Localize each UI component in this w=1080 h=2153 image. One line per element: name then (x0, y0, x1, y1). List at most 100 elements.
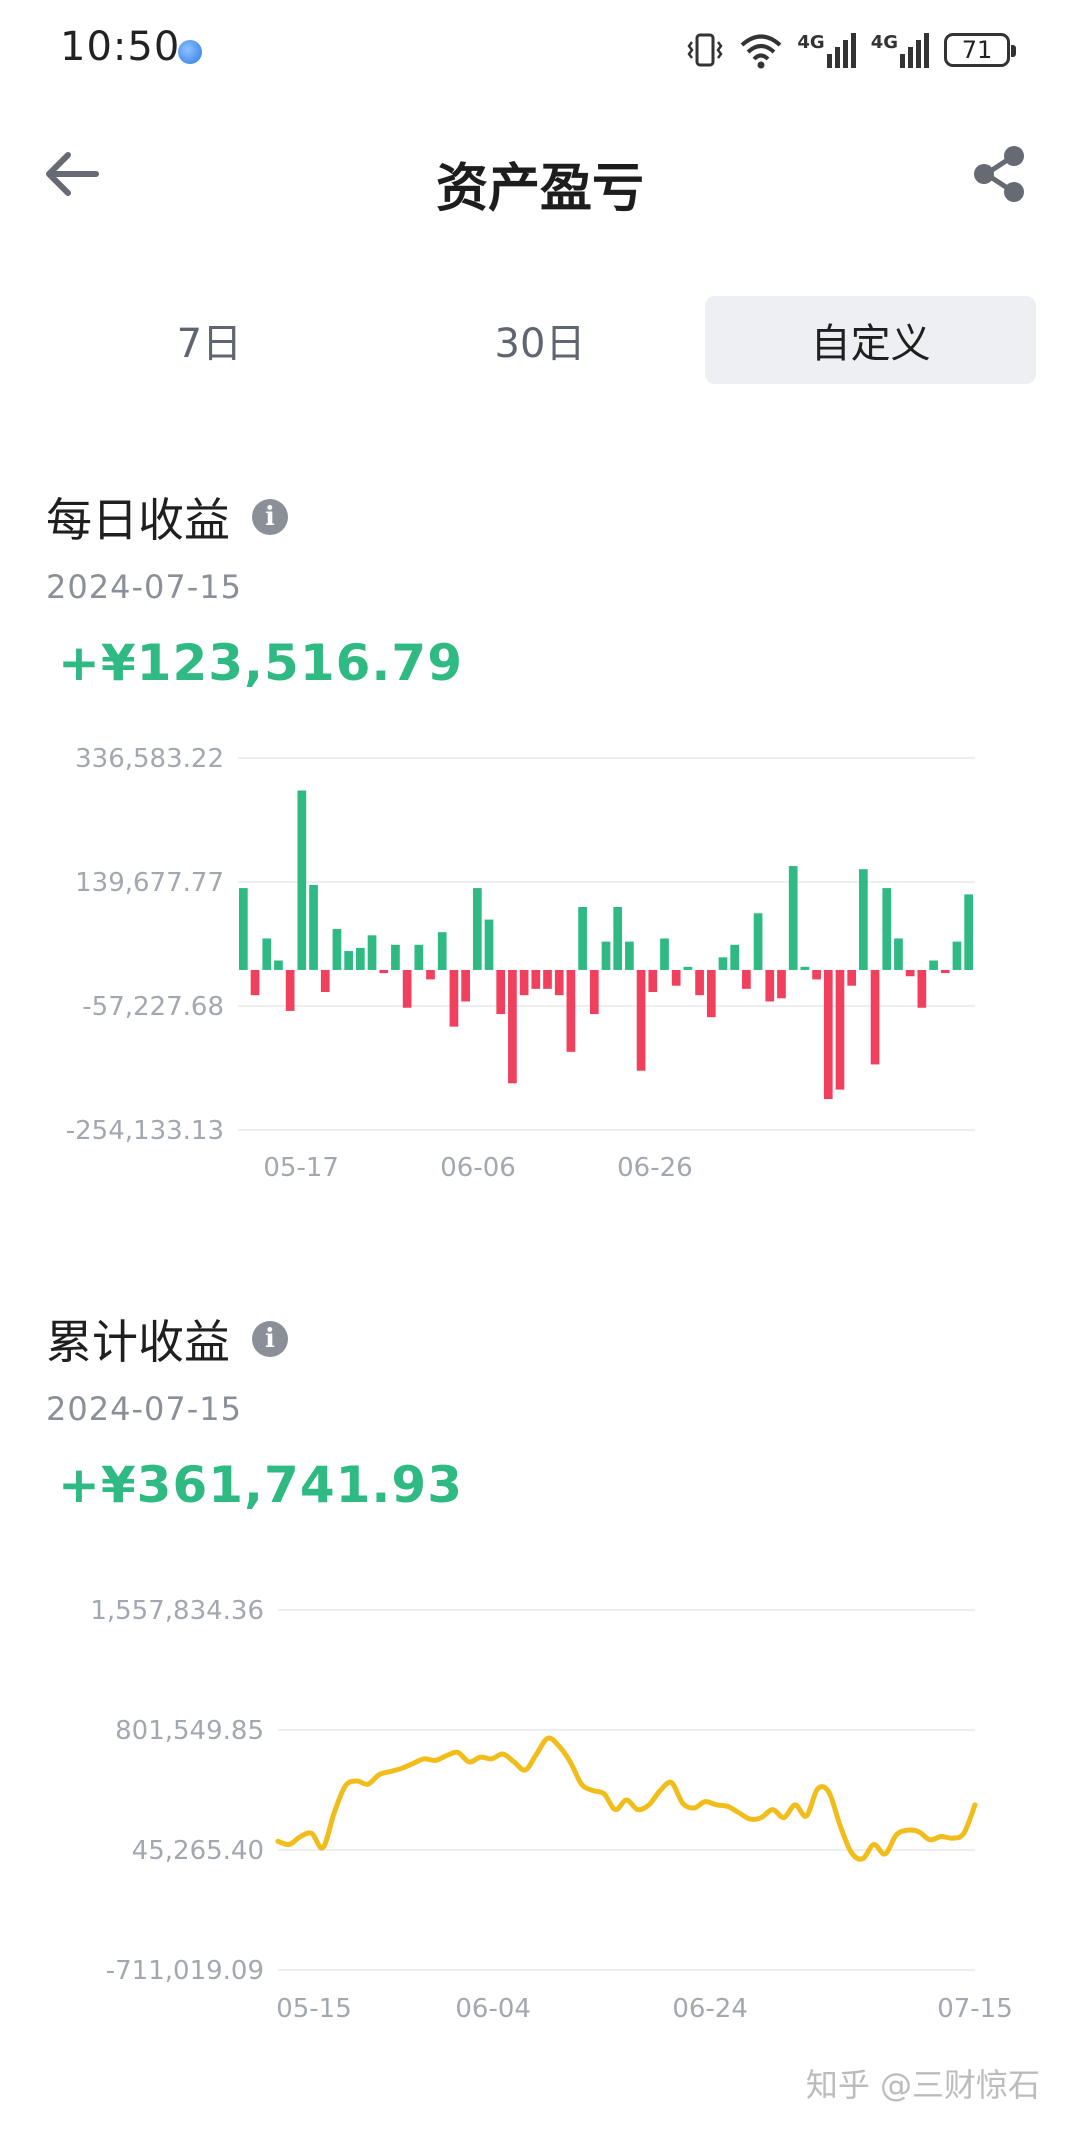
bar (964, 894, 973, 970)
daily-profit-date: 2024-07-15 (46, 568, 242, 606)
bar (905, 969, 915, 977)
bar (437, 932, 447, 970)
page-title: 资产盈亏 (435, 159, 644, 219)
bar (718, 957, 728, 970)
bar (648, 969, 658, 993)
bar (683, 966, 693, 970)
cumulative-profit-amount: +¥361,741.93 (58, 1456, 463, 1514)
bar (753, 913, 763, 970)
bar (379, 969, 389, 974)
network-type-1: 4G (797, 32, 825, 53)
bar (250, 969, 260, 996)
bar (671, 969, 681, 986)
bar (566, 969, 576, 1052)
x-tick-label: 05-17 (263, 1153, 339, 1183)
bar (239, 888, 248, 970)
bar (449, 969, 459, 1027)
bar (519, 969, 529, 996)
bar (636, 969, 646, 1071)
info-icon[interactable]: i (252, 499, 288, 535)
bar (882, 888, 892, 970)
bar (461, 969, 470, 1002)
status-icons: 4G 4G 71 (685, 28, 1016, 72)
signal-2-icon: 4G (871, 32, 930, 68)
bar (402, 969, 412, 1008)
bar (765, 969, 775, 1002)
battery-level: 71 (961, 36, 993, 64)
bar (508, 969, 517, 1084)
period-tabs: 7日 30日 自定义 (44, 296, 1037, 384)
location-indicator-icon (178, 40, 202, 64)
network-type-2: 4G (870, 32, 898, 53)
bar (730, 944, 740, 970)
bar (367, 935, 377, 970)
share-button[interactable] (968, 142, 1032, 206)
bar (929, 960, 938, 970)
bar (297, 790, 307, 970)
tab-custom[interactable]: 自定义 (705, 296, 1037, 384)
bar (742, 969, 751, 989)
bar (320, 969, 330, 993)
tab-30-days[interactable]: 30日 (375, 296, 706, 384)
bar (601, 941, 611, 970)
x-tick-label: 06-04 (455, 1994, 531, 2024)
bar (660, 938, 669, 970)
bar (870, 969, 880, 1065)
tab-7-days[interactable]: 7日 (44, 296, 375, 384)
status-time: 10:50 (60, 24, 181, 70)
cumulative-profit-title-text: 累计收益 (46, 1315, 230, 1369)
bar (543, 969, 552, 989)
bar (285, 969, 295, 1011)
bar (800, 966, 810, 970)
bar (695, 969, 704, 996)
y-tick-label: 1,557,834.36 (90, 1596, 264, 1626)
bar (894, 938, 903, 970)
vibrate-icon (687, 33, 723, 67)
bar (952, 941, 962, 970)
bar (472, 888, 482, 970)
cumulative-profit-chart: 1,557,834.36 801,549.85 45,265.40 -711,019.… (0, 1560, 1080, 2040)
bar (496, 969, 506, 1015)
bar (554, 969, 564, 996)
x-tick-label: 06-06 (440, 1153, 516, 1183)
bar (777, 969, 786, 999)
x-tick-label: 05-15 (276, 1994, 352, 2024)
info-icon[interactable]: i (252, 1321, 288, 1357)
wifi-icon (741, 34, 782, 69)
header: 资产盈亏 (0, 120, 1080, 230)
bar (531, 969, 541, 989)
status-bar: 10:50 4G 4G 71 (0, 0, 1080, 100)
bar (484, 919, 494, 970)
bar (262, 938, 272, 970)
cumulative-profit-title: 累计收益 i (46, 1306, 288, 1372)
daily-profit-chart: 336,583.22 139,677.77 -57,227.68 -254,133.1… (0, 730, 1080, 1200)
daily-profit-amount: +¥123,516.79 (58, 634, 463, 692)
bar (788, 866, 798, 970)
bar (917, 969, 927, 1008)
cumulative-profit-date: 2024-07-15 (46, 1390, 242, 1428)
bar (344, 951, 353, 970)
daily-profit-chart-svg: 336,583.22 139,677.77 -57,227.68 -254,133.1… (66, 744, 975, 1183)
share-icon (974, 146, 1024, 202)
daily-profit-title-text: 每日收益 (46, 493, 230, 547)
bar (589, 969, 599, 1015)
battery-icon: 71 (944, 33, 1016, 67)
bar (426, 969, 435, 980)
bar (940, 969, 950, 974)
bar (847, 969, 857, 986)
bar (332, 929, 342, 970)
bar (578, 906, 587, 970)
bar (859, 869, 868, 970)
bar (625, 941, 634, 970)
bar (812, 969, 821, 980)
bar (355, 947, 365, 970)
signal-1-icon: 4G (797, 32, 856, 68)
y-tick-label: -254,133.13 (66, 1116, 224, 1146)
bar (823, 969, 833, 1100)
y-tick-label: -711,019.09 (106, 1956, 264, 1986)
y-tick-label: 336,583.22 (75, 744, 224, 774)
x-tick-label: 06-26 (617, 1153, 693, 1183)
bar (274, 960, 283, 970)
x-tick-label: 07-15 (937, 1994, 1013, 2024)
bar (706, 969, 716, 1018)
